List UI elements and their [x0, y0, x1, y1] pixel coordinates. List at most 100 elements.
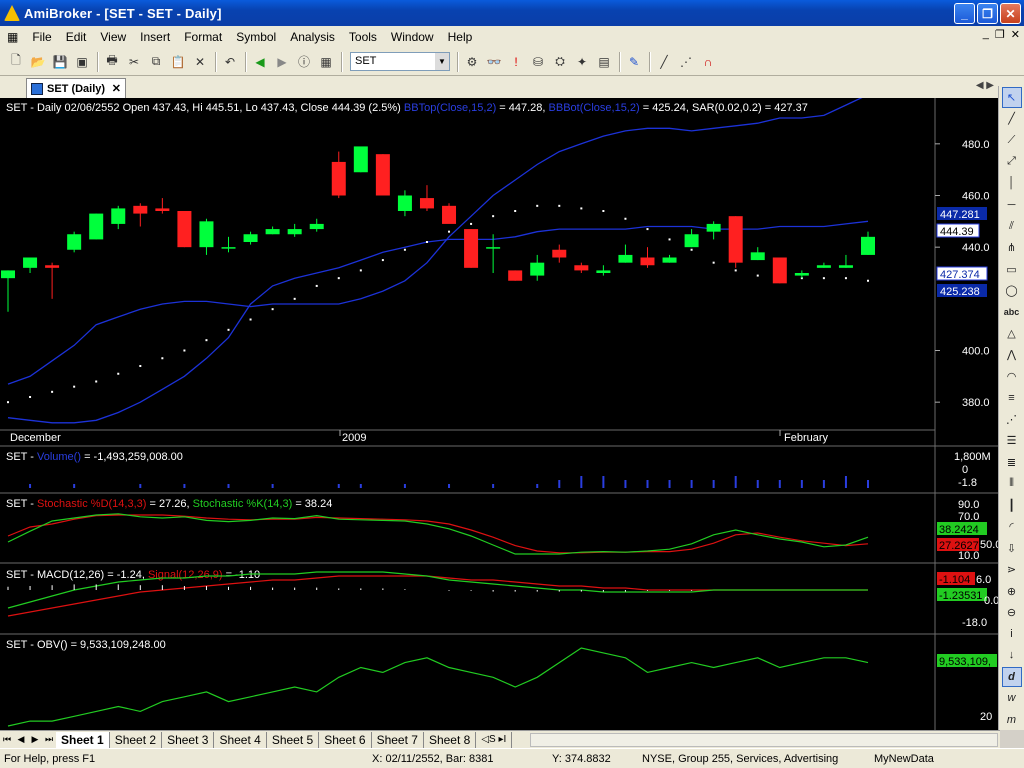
- candle-body: [838, 265, 853, 268]
- pitchfork-icon[interactable]: ⋔: [1002, 237, 1022, 257]
- copy-icon[interactable]: ⧉: [146, 52, 166, 72]
- tab-set-daily[interactable]: SET (Daily) ✕: [26, 78, 126, 98]
- menu-symbol[interactable]: Symbol: [229, 30, 283, 44]
- x-label-2009: 2009: [342, 432, 366, 444]
- zoom-out-icon[interactable]: ⊖: [1002, 602, 1022, 622]
- menu-edit[interactable]: Edit: [59, 30, 94, 44]
- cycle-icon[interactable]: ⦀: [1002, 473, 1022, 493]
- zoom-in-icon[interactable]: ⊕: [1002, 581, 1022, 601]
- menu-format[interactable]: Format: [177, 30, 229, 44]
- tab-close-icon[interactable]: ✕: [112, 82, 121, 95]
- monthly-interval-icon[interactable]: m: [1002, 710, 1022, 730]
- chevron-down-icon[interactable]: ▼: [435, 53, 449, 70]
- stoch-d-line: [7, 514, 869, 554]
- save-all-icon[interactable]: ▣: [72, 52, 92, 72]
- chart-svg[interactable]: SET - Daily 02/06/2552 Open 437.43, Hi 4…: [0, 94, 1001, 730]
- rectangle-icon[interactable]: ▭: [1002, 259, 1022, 279]
- doc-menu-icon[interactable]: ▦: [0, 30, 25, 44]
- open-folder-icon[interactable]: 📂: [28, 52, 48, 72]
- menu-view[interactable]: View: [93, 30, 133, 44]
- scan-icon[interactable]: ⛭: [550, 52, 570, 72]
- arrow-down-icon[interactable]: ⇩: [1002, 538, 1022, 558]
- wand-icon[interactable]: ✦: [572, 52, 592, 72]
- undo-icon[interactable]: ↶: [220, 52, 240, 72]
- arc-icon[interactable]: ◠: [1002, 366, 1022, 386]
- save-icon[interactable]: 💾: [50, 52, 70, 72]
- doc-close-icon[interactable]: ✕: [1011, 28, 1020, 41]
- maximize-button[interactable]: ❐: [977, 3, 998, 24]
- close-button[interactable]: ✕: [1000, 3, 1021, 24]
- explore-icon[interactable]: ⛁: [528, 52, 548, 72]
- zigzag-icon[interactable]: ⋀: [1002, 345, 1022, 365]
- back-icon[interactable]: ◀: [250, 52, 270, 72]
- first-sheet-icon[interactable]: ⏮: [0, 733, 14, 747]
- fib-ext-icon[interactable]: ≣: [1002, 452, 1022, 472]
- sheet-tab-3[interactable]: Sheet 3: [162, 731, 215, 748]
- horizontal-line-icon[interactable]: ─: [1002, 194, 1022, 214]
- stoch-tick-70: 70.0: [958, 511, 979, 523]
- tab-scroll-arrows[interactable]: ◀ ▶: [976, 80, 994, 91]
- trendline-icon[interactable]: ╱: [1002, 109, 1022, 129]
- sheet-tab-1[interactable]: Sheet 1: [56, 731, 110, 748]
- sheet-tab-7[interactable]: Sheet 7: [372, 731, 424, 748]
- triangle-icon[interactable]: △: [1002, 323, 1022, 343]
- sheet-scroll-toggle[interactable]: ◁S ▸I: [476, 731, 513, 748]
- magnet-icon[interactable]: ∩: [698, 52, 718, 72]
- doc-minimize-icon[interactable]: _: [983, 28, 989, 41]
- last-sheet-icon[interactable]: ⏭: [42, 733, 56, 747]
- menu-analysis[interactable]: Analysis: [283, 30, 342, 44]
- menu-insert[interactable]: Insert: [133, 30, 177, 44]
- down-arrow-icon[interactable]: ↓: [1002, 645, 1022, 665]
- horizontal-scrollbar[interactable]: [530, 733, 998, 747]
- next-sheet-icon[interactable]: ▶: [28, 733, 42, 747]
- info-icon[interactable]: i: [1002, 624, 1022, 644]
- menu-window[interactable]: Window: [384, 30, 441, 44]
- solid-line-icon[interactable]: ╱: [654, 52, 674, 72]
- sar-dot: [117, 372, 120, 375]
- price-tick-label: 480.0: [962, 139, 990, 151]
- fan-icon[interactable]: ⋗: [1002, 559, 1022, 579]
- binoculars-icon[interactable]: 👓: [484, 52, 504, 72]
- ray-icon[interactable]: ⟋: [1002, 130, 1022, 150]
- polyline-icon[interactable]: ⋰: [1002, 409, 1022, 429]
- alert-icon[interactable]: !: [506, 52, 526, 72]
- weekly-interval-icon[interactable]: w: [1002, 688, 1022, 708]
- menu-help[interactable]: Help: [441, 30, 480, 44]
- prev-sheet-icon[interactable]: ◀: [14, 733, 28, 747]
- price-tick-label: 380.0: [962, 397, 990, 409]
- ellipse-icon[interactable]: ◯: [1002, 280, 1022, 300]
- fibonacci-icon[interactable]: ≡: [1002, 388, 1022, 408]
- new-file-icon[interactable]: 🗋: [6, 52, 26, 72]
- forward-icon[interactable]: ▶: [272, 52, 292, 72]
- print-icon[interactable]: 🖶: [102, 52, 122, 72]
- dotted-line-icon[interactable]: ⋰: [676, 52, 696, 72]
- sheet-tab-4[interactable]: Sheet 4: [214, 731, 267, 748]
- cut-icon[interactable]: ✂: [124, 52, 144, 72]
- menu-tools[interactable]: Tools: [342, 30, 384, 44]
- calendar-icon[interactable]: ▦: [316, 52, 336, 72]
- report-icon[interactable]: ▤: [594, 52, 614, 72]
- time-zones-icon[interactable]: ┃: [1002, 495, 1022, 515]
- menu-file[interactable]: File: [25, 30, 58, 44]
- delete-icon[interactable]: ✕: [190, 52, 210, 72]
- gann-icon[interactable]: ◜: [1002, 516, 1022, 536]
- extended-line-icon[interactable]: ⤢: [1002, 151, 1022, 171]
- fib-retrace-icon[interactable]: ☰: [1002, 431, 1022, 451]
- vertical-line-icon[interactable]: │: [1002, 173, 1022, 193]
- channel-icon[interactable]: ⫽: [1002, 216, 1022, 236]
- symbol-combo[interactable]: SET ▼: [350, 52, 450, 71]
- minimize-button[interactable]: _: [954, 3, 975, 24]
- sheet-tab-6[interactable]: Sheet 6: [319, 731, 372, 748]
- text-icon[interactable]: abc: [1002, 302, 1022, 322]
- sheet-tab-5[interactable]: Sheet 5: [267, 731, 320, 748]
- gear-icon[interactable]: ⚙: [462, 52, 482, 72]
- daily-interval-icon[interactable]: d: [1001, 666, 1022, 688]
- macd-panel-title: SET - MACD(12,26) = -1.24, Signal(12,26,…: [6, 569, 260, 581]
- sheet-tab-8[interactable]: Sheet 8: [424, 731, 477, 748]
- pointer-icon[interactable]: ↖: [1001, 87, 1022, 108]
- info-icon[interactable]: ⓘ: [294, 52, 314, 72]
- sheet-tab-2[interactable]: Sheet 2: [110, 731, 163, 748]
- pen-color-icon[interactable]: ✎: [624, 52, 644, 72]
- doc-restore-icon[interactable]: ❐: [995, 28, 1005, 41]
- paste-icon[interactable]: 📋: [168, 52, 188, 72]
